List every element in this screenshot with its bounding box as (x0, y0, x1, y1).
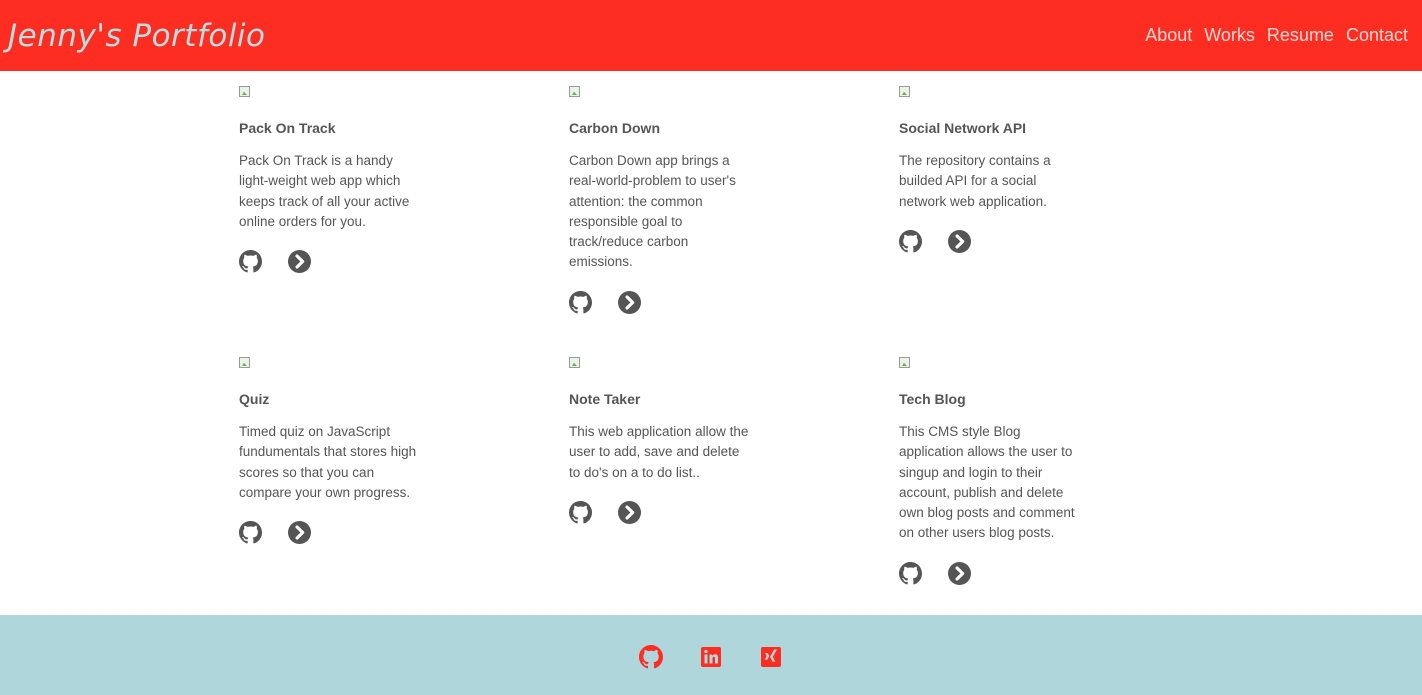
project-image (569, 86, 580, 97)
linkedin-icon[interactable] (699, 645, 723, 669)
arrow-circle-right-icon[interactable] (288, 521, 311, 544)
arrow-circle-right-icon[interactable] (948, 230, 971, 253)
project-card: Quiz Timed quiz on JavaScript fundumenta… (239, 357, 424, 544)
project-title: Pack On Track (239, 120, 336, 136)
project-title: Carbon Down (569, 120, 660, 136)
project-actions (239, 521, 424, 544)
project-actions (899, 562, 1084, 585)
project-description: Carbon Down app brings a real-world-prob… (569, 153, 736, 270)
nav-link-contact[interactable]: Contact (1346, 25, 1408, 46)
arrow-circle-right-icon[interactable] (618, 291, 641, 314)
xing-icon[interactable] (759, 645, 783, 669)
project-card: Note Taker This web application allow th… (569, 357, 754, 524)
arrow-circle-right-icon[interactable] (618, 501, 641, 524)
project-title: Note Taker (569, 391, 641, 407)
project-image (569, 357, 580, 368)
project-image (239, 86, 250, 97)
arrow-circle-right-icon[interactable] (288, 250, 311, 273)
github-icon[interactable] (569, 291, 592, 314)
top-navbar: Jenny's Portfolio About Works Resume Con… (0, 0, 1422, 71)
project-card: Social Network API The repository contai… (899, 86, 1084, 253)
project-card: Carbon Down Carbon Down app brings a rea… (569, 86, 754, 314)
project-card: Pack On Track Pack On Track is a handy l… (239, 86, 424, 273)
nav-link-about[interactable]: About (1145, 25, 1192, 46)
github-icon[interactable] (899, 230, 922, 253)
github-icon[interactable] (239, 521, 262, 544)
project-card: Tech Blog This CMS style Blog applicatio… (899, 357, 1084, 585)
github-icon[interactable] (239, 250, 262, 273)
project-actions (239, 250, 424, 273)
project-image (899, 86, 910, 97)
site-footer (0, 615, 1422, 695)
github-icon[interactable] (569, 501, 592, 524)
project-image (239, 357, 250, 368)
project-description: This CMS style Blog application allows t… (899, 424, 1075, 541)
project-description: Pack On Track is a handy light-weight we… (239, 153, 410, 229)
project-description: This web application allow the user to a… (569, 424, 749, 480)
project-actions (569, 501, 754, 524)
project-actions (899, 230, 1084, 253)
project-image (899, 357, 910, 368)
project-actions (569, 291, 754, 314)
site-brand[interactable]: Jenny's Portfolio (8, 18, 266, 54)
project-title: Tech Blog (899, 391, 966, 407)
arrow-circle-right-icon[interactable] (948, 562, 971, 585)
github-icon[interactable] (899, 562, 922, 585)
main-nav: About Works Resume Contact (1145, 25, 1408, 46)
project-title: Social Network API (899, 120, 1027, 136)
project-description: The repository contains a builded API fo… (899, 153, 1051, 209)
project-title: Quiz (239, 391, 270, 407)
github-icon[interactable] (639, 645, 663, 669)
nav-link-resume[interactable]: Resume (1267, 25, 1334, 46)
nav-link-works[interactable]: Works (1204, 25, 1255, 46)
project-description: Timed quiz on JavaScript fundumentals th… (239, 424, 417, 500)
